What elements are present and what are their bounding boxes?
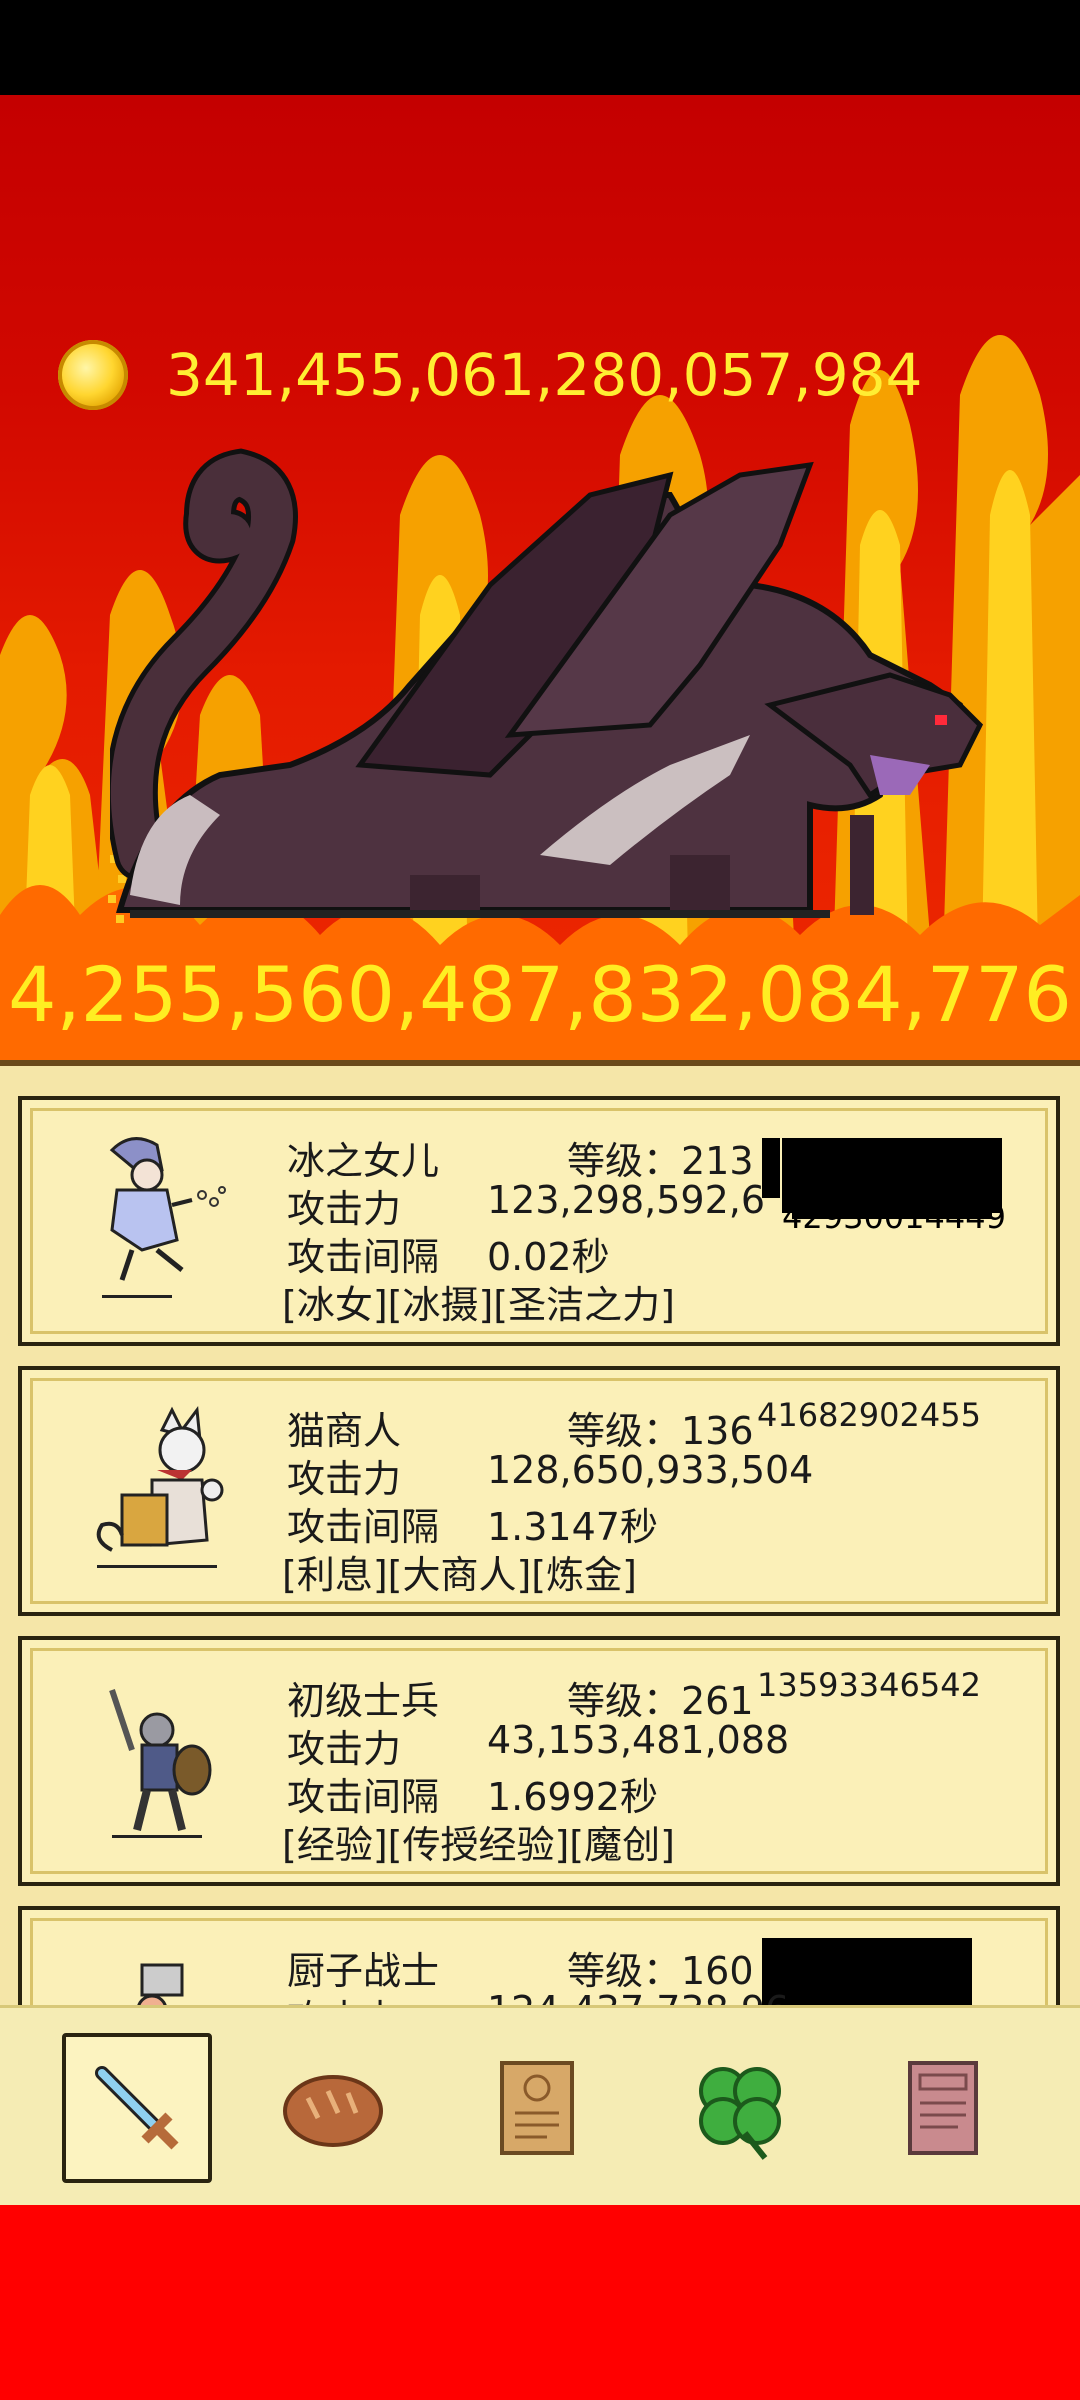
damage-popup-text: 41682902455 (757, 1396, 981, 1434)
gold-counter: 341,455,061,280,057,984 (58, 335, 922, 415)
attack-value: 43,153,481,088 (487, 1718, 790, 1762)
boss-hp-value: 4,255,560,487,832,084,776 (8, 950, 1072, 1039)
damage-popup-text: 13593346542 (757, 1666, 981, 1704)
tab-luck[interactable] (665, 2033, 815, 2183)
attack-value: 123,298,592,6 (487, 1178, 766, 1222)
hero-name: 冰之女儿 (287, 1139, 440, 1183)
attack-label: 攻击力 (287, 1187, 402, 1231)
gold-value: 341,455,061,280,057,984 (166, 341, 923, 409)
interval-value: 0.02秒 (487, 1235, 610, 1279)
tab-book[interactable] (868, 2033, 1018, 2183)
bottom-tab-bar (0, 2005, 1080, 2208)
hero-name: 初级士兵 (287, 1679, 440, 1723)
hero-traits: [利息][大商人][炼金] (282, 1553, 637, 1597)
hero-level: 等级：136 (567, 1409, 754, 1453)
damage-popup-stack: 42930014449 (762, 1128, 1022, 1238)
hero-card-ice-daughter[interactable]: 冰之女儿 等级：213 攻击力 123,298,592,6 攻击间隔 0.02秒… (18, 1096, 1060, 1346)
bread-icon (283, 2075, 383, 2147)
tab-scroll[interactable] (462, 2033, 612, 2183)
dragon-boss-sprite[interactable] (110, 435, 990, 955)
hero-level: 等级：160 (567, 1949, 754, 1993)
battle-area[interactable]: 341,455,061,280,057,984 4,255,560,487,83… (0, 95, 1080, 1060)
cat-merchant-portrait (96, 1406, 224, 1568)
hero-traits: [冰女][冰摄][圣洁之力] (282, 1283, 675, 1327)
attack-label: 攻击力 (287, 1457, 402, 1501)
interval-value: 1.3147秒 (487, 1505, 658, 1549)
status-bar (0, 0, 1080, 95)
ice-daughter-portrait (102, 1137, 226, 1298)
hero-level: 等级：213 (567, 1139, 754, 1183)
interval-label: 攻击间隔 (287, 1775, 440, 1819)
book-icon (908, 2061, 978, 2155)
interval-value: 1.6992秒 (487, 1775, 658, 1819)
attack-value: 128,650,933,504 (487, 1448, 814, 1492)
damage-popup-text: 42930014449 (782, 1198, 1006, 1236)
gold-coin-icon (58, 340, 128, 410)
hero-name: 猫商人 (287, 1409, 402, 1453)
tab-heroes[interactable] (62, 2033, 212, 2183)
damage-popup-overlap (762, 1938, 972, 2008)
tab-food[interactable] (258, 2033, 408, 2183)
hero-level: 等级：261 (567, 1679, 754, 1723)
attack-label: 攻击力 (287, 1727, 402, 1771)
hero-name: 厨子战士 (287, 1949, 440, 1993)
bottom-filler (0, 2205, 1080, 2400)
junior-soldier-portrait (109, 1689, 212, 1838)
sword-icon (95, 2066, 179, 2150)
interval-label: 攻击间隔 (287, 1505, 440, 1549)
hero-card-cat-merchant[interactable]: 猫商人 等级：136 41682902455 攻击力 128,650,933,5… (18, 1366, 1060, 1616)
clover-icon (699, 2067, 781, 2160)
hero-traits: [经验][传授经验][魔创] (282, 1823, 675, 1867)
hero-card-junior-soldier[interactable]: 初级士兵 等级：261 13593346542 攻击力 43,153,481,0… (18, 1636, 1060, 1886)
interval-label: 攻击间隔 (287, 1235, 440, 1279)
scroll-icon (500, 2061, 574, 2155)
